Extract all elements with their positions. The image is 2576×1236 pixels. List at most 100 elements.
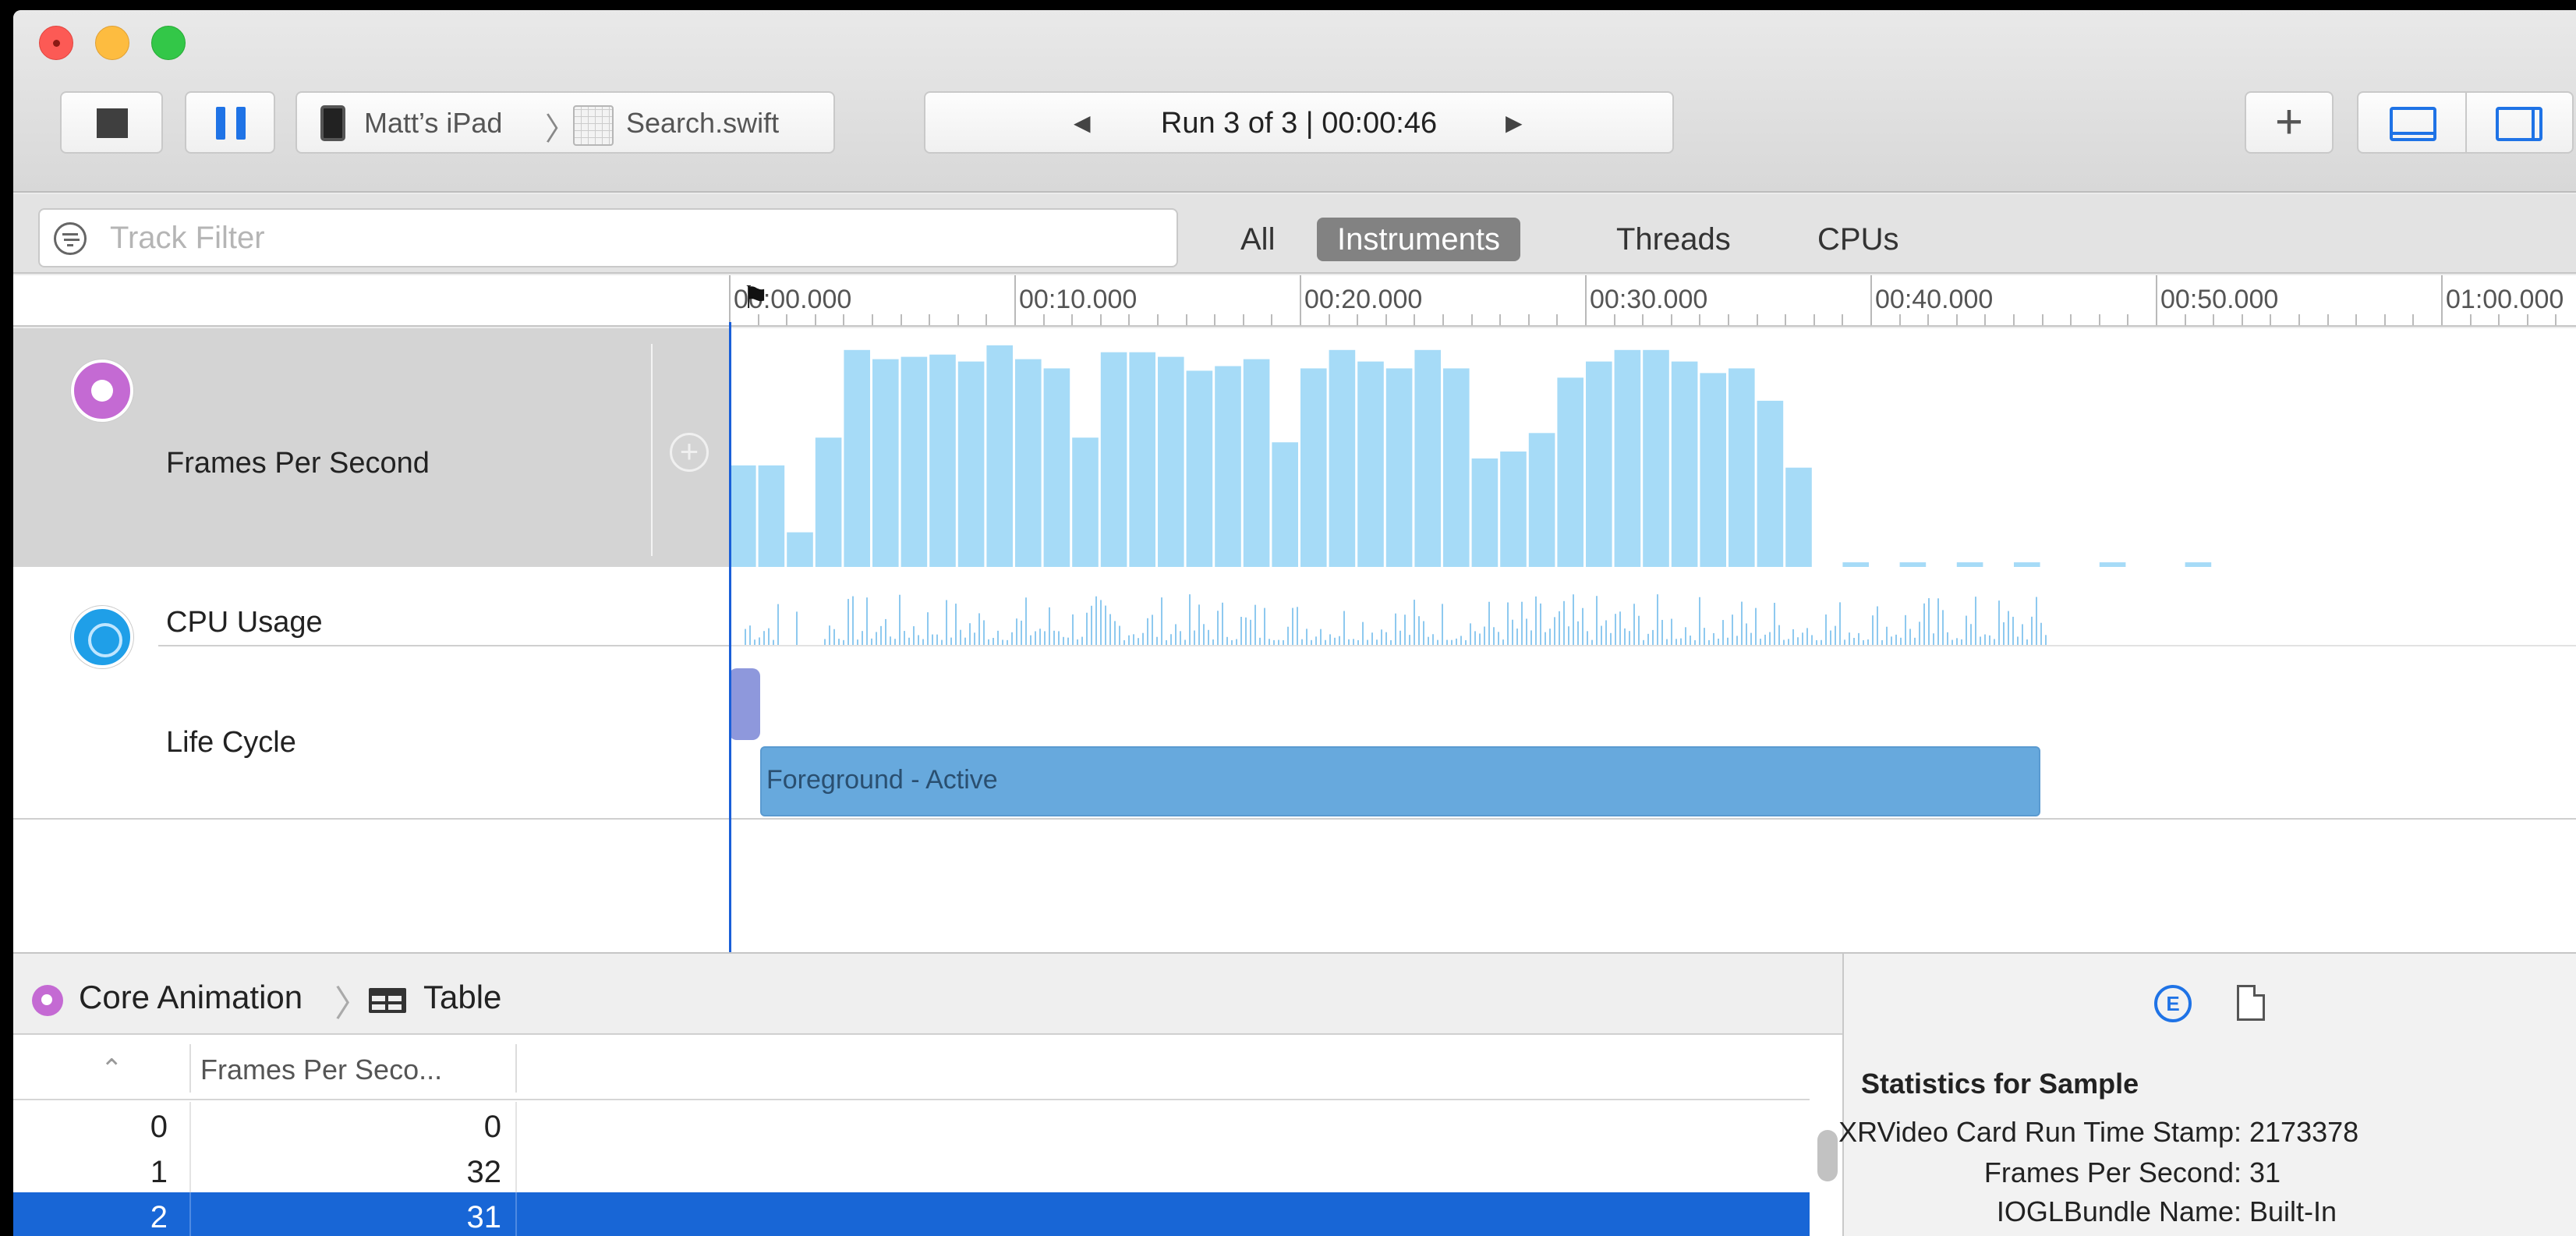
cpu-usage-spike bbox=[950, 637, 952, 645]
ruler-minor-tick bbox=[1214, 314, 1216, 325]
ruler-minor-tick bbox=[2098, 314, 2100, 325]
cpu-usage-spike bbox=[1502, 639, 1504, 645]
cpu-usage-spike bbox=[1016, 618, 1017, 645]
cpu-usage-spike bbox=[1264, 607, 1265, 645]
document-icon[interactable] bbox=[2237, 985, 2265, 1021]
ruler-minor-tick bbox=[786, 314, 788, 325]
stat-row: Frames Per Second: 31 bbox=[1844, 1156, 2576, 1192]
column-separator bbox=[515, 1147, 517, 1192]
stop-recording-button[interactable] bbox=[60, 91, 163, 154]
extended-detail-icon[interactable]: E bbox=[2154, 985, 2192, 1022]
scope-threads[interactable]: Threads bbox=[1596, 218, 1751, 261]
lifecycle-launch-segment[interactable] bbox=[729, 668, 760, 740]
cpu-usage-spike bbox=[1226, 636, 1228, 645]
cpu-usage-spike bbox=[871, 638, 872, 645]
fps-bar bbox=[901, 356, 928, 567]
close-window-button[interactable] bbox=[39, 26, 73, 60]
time-ruler[interactable]: 00:00.000 00:10.000 00:20.000 00:30.000 … bbox=[729, 275, 2576, 327]
cpu-usage-spike bbox=[1507, 602, 1509, 645]
add-track-icon[interactable]: + bbox=[670, 433, 709, 472]
ruler-minor-tick bbox=[2555, 314, 2557, 325]
pause-recording-button[interactable] bbox=[185, 91, 275, 154]
sort-chevron-icon[interactable]: ⌃ bbox=[101, 1054, 123, 1085]
cpu-usage-spike bbox=[847, 599, 849, 645]
ruler-tick-label: 00:40.000 bbox=[1875, 285, 1994, 314]
cpu-usage-spike bbox=[1250, 619, 1251, 645]
inspector-title: Statistics for Sample bbox=[1861, 1068, 2139, 1100]
cpu-usage-spike bbox=[1385, 632, 1387, 645]
lifecycle-foreground-active-bar[interactable]: Foreground - Active bbox=[760, 746, 2040, 816]
detail-area: Core Animation 〉 Table ⌃ Frames Per Seco… bbox=[13, 952, 2576, 1236]
cpu-usage-spike bbox=[1189, 594, 1191, 645]
ruler-minor-tick bbox=[1385, 314, 1387, 325]
stat-row: XRVideo Card Run Time Stamp: 2173378 bbox=[1838, 1116, 2576, 1152]
cpu-usage-spike bbox=[1343, 611, 1345, 645]
track-content[interactable]: Foreground - Active bbox=[729, 328, 2576, 952]
table-scrollbar[interactable] bbox=[1817, 1130, 1838, 1181]
column-header-fps[interactable]: Frames Per Seco... bbox=[200, 1054, 442, 1086]
cpu-usage-spike bbox=[1306, 629, 1307, 645]
stat-key: Frames Per Second: bbox=[1983, 1156, 2242, 1188]
cpu-usage-spike bbox=[777, 604, 779, 645]
cpu-usage-spike bbox=[1142, 632, 1144, 645]
playhead-flag-icon[interactable]: ⚑ bbox=[741, 280, 770, 316]
target-selector[interactable]: Matt’s iPad 〉 Search.swift bbox=[295, 91, 835, 154]
fps-track-header[interactable]: Frames Per Second + bbox=[13, 328, 729, 567]
cpu-usage-spike bbox=[1998, 600, 2000, 645]
previous-run-arrow-icon[interactable]: ◀ bbox=[1074, 110, 1091, 136]
ruler-minor-tick bbox=[900, 314, 902, 325]
ruler-major-tick bbox=[1014, 275, 1016, 325]
cpu-usage-spike bbox=[1722, 620, 1724, 645]
instrument-breadcrumb[interactable]: Core Animation bbox=[79, 979, 303, 1016]
table-row[interactable]: 1 32 bbox=[13, 1147, 1810, 1192]
cpu-usage-spike bbox=[1629, 631, 1630, 645]
cpu-usage-spike bbox=[1100, 600, 1102, 645]
ruler-tick-label: 00:50.000 bbox=[2160, 285, 2279, 314]
cpu-usage-spike bbox=[1488, 601, 1490, 645]
ruler-minor-tick bbox=[1699, 314, 1701, 325]
fps-bar bbox=[1357, 361, 1384, 567]
cpu-usage-spike bbox=[1806, 628, 1808, 645]
fps-bar bbox=[1272, 442, 1298, 567]
cpu-usage-spike bbox=[1891, 636, 1892, 645]
track-filter-input[interactable] bbox=[110, 218, 1123, 258]
cpu-usage-spike bbox=[833, 629, 835, 645]
scope-cpus[interactable]: CPUs bbox=[1797, 218, 1919, 261]
track-header-separator bbox=[651, 344, 653, 556]
fps-bar bbox=[1215, 366, 1241, 567]
cpu-usage-spike bbox=[1067, 637, 1069, 645]
cpu-usage-spike bbox=[1035, 631, 1036, 645]
scope-instruments[interactable]: Instruments bbox=[1317, 218, 1520, 261]
cpu-usage-spike bbox=[1905, 614, 1906, 645]
next-run-arrow-icon[interactable]: ▶ bbox=[1506, 110, 1523, 136]
cpu-usage-spike bbox=[1460, 636, 1462, 645]
column-separator bbox=[515, 1102, 517, 1147]
ruler-major-tick bbox=[729, 275, 731, 325]
cpu-usage-spike bbox=[1624, 628, 1626, 645]
cpu-usage-spike bbox=[1877, 606, 1878, 645]
toggle-inspector-pane-icon[interactable] bbox=[2496, 107, 2542, 141]
scope-all[interactable]: All bbox=[1220, 218, 1295, 261]
add-instrument-button[interactable]: + bbox=[2245, 91, 2334, 154]
column-separator bbox=[189, 1044, 191, 1093]
cpu-usage-spike bbox=[1736, 636, 1738, 645]
cpu-usage-spike bbox=[1647, 633, 1649, 645]
ruler-minor-tick bbox=[872, 314, 873, 325]
cpu-usage-spike bbox=[1718, 638, 1719, 645]
ruler-minor-tick bbox=[843, 314, 845, 325]
cpu-usage-spike bbox=[2036, 597, 2037, 645]
fps-bar bbox=[1129, 352, 1155, 567]
track-filter-field[interactable] bbox=[38, 208, 1178, 267]
minimize-window-button[interactable] bbox=[95, 26, 129, 60]
core-animation-icon bbox=[71, 359, 133, 422]
table-row-selected[interactable]: 2 31 bbox=[13, 1192, 1810, 1236]
view-breadcrumb[interactable]: Table bbox=[423, 979, 501, 1016]
breadcrumb-chevron-icon: 〉 bbox=[334, 983, 370, 1024]
zoom-window-button[interactable] bbox=[151, 26, 186, 60]
cpu-usage-spike bbox=[1512, 619, 1513, 645]
ruler-minor-tick bbox=[2327, 314, 2329, 325]
playhead[interactable] bbox=[729, 322, 731, 963]
toggle-detail-pane-icon[interactable] bbox=[2390, 107, 2436, 141]
table-row[interactable]: 0 0 bbox=[13, 1102, 1810, 1147]
cpu-usage-spike bbox=[1095, 596, 1097, 645]
